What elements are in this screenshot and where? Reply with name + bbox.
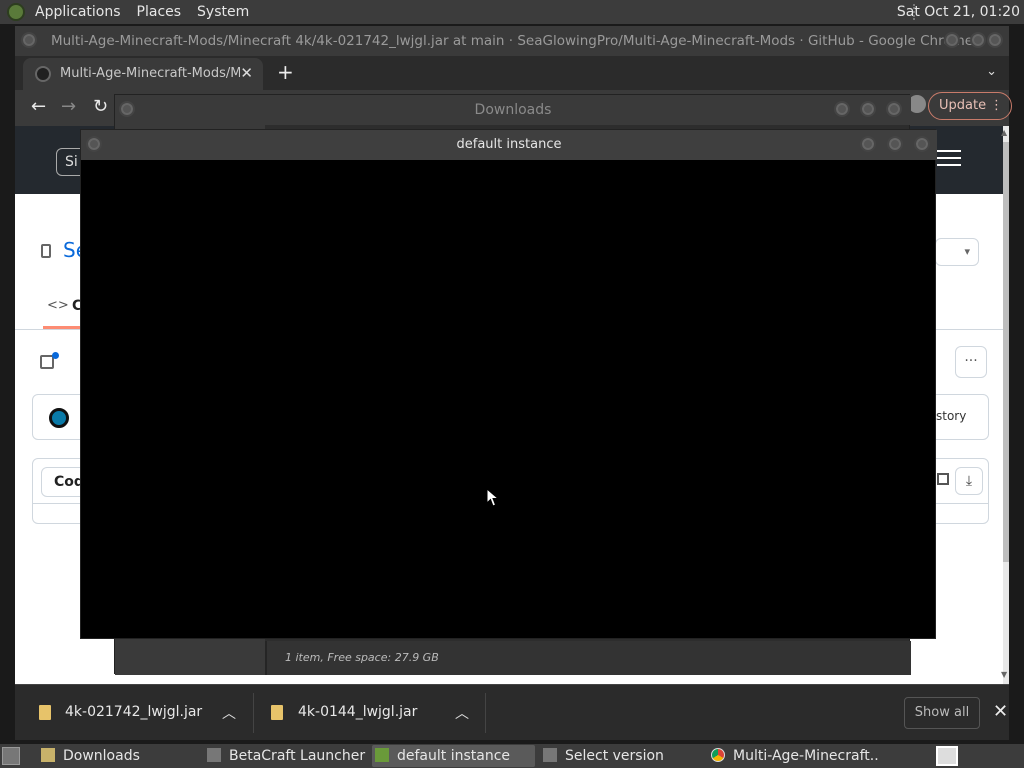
notification-dot bbox=[52, 352, 59, 359]
java-icon bbox=[207, 748, 221, 762]
scroll-down-icon[interactable]: ▼ bbox=[1001, 670, 1007, 679]
distro-logo-icon[interactable] bbox=[7, 3, 25, 21]
show-all-label: Show all bbox=[914, 705, 970, 720]
signin-label: Si bbox=[65, 154, 78, 170]
page-scrollbar-thumb[interactable] bbox=[1003, 142, 1009, 562]
hamburger-menu-icon[interactable] bbox=[937, 150, 961, 168]
free-space-status: 1 item, Free space: 27.9 GB bbox=[285, 651, 439, 664]
java-icon bbox=[543, 748, 557, 762]
minecraft-icon bbox=[375, 748, 389, 762]
tab-title: Multi-Age-Minecraft-Mods/Mi bbox=[60, 66, 240, 81]
close-icon[interactable] bbox=[987, 32, 1003, 48]
tab-close-icon[interactable]: ✕ bbox=[240, 64, 253, 82]
task-label: Downloads bbox=[63, 748, 140, 764]
repo-icon bbox=[41, 244, 51, 258]
task-label: Multi-Age-Minecraft... bbox=[733, 748, 878, 764]
task-downloads[interactable]: Downloads bbox=[38, 745, 198, 767]
window-menu-icon[interactable] bbox=[86, 136, 102, 152]
download-filename: 4k-0144_lwjgl.jar bbox=[298, 704, 418, 720]
download-item[interactable]: 4k-021742_lwjgl.jar ︿ bbox=[15, 685, 253, 741]
close-downloads-bar-icon[interactable]: ✕ bbox=[993, 701, 1008, 722]
downloads-window-title: Downloads bbox=[474, 102, 552, 118]
workspace-switcher[interactable] bbox=[936, 746, 958, 766]
folder-icon bbox=[41, 748, 55, 762]
top-panel: Applications Places System Sat Oct 21, 0… bbox=[0, 0, 1024, 24]
file-icon bbox=[39, 705, 51, 720]
menu-system[interactable]: System bbox=[189, 0, 257, 24]
update-label: Update bbox=[939, 98, 987, 113]
github-favicon-icon bbox=[35, 66, 51, 82]
chevron-up-icon[interactable]: ︿ bbox=[222, 703, 236, 723]
taskbar: Downloads BetaCraft Launcher ... default… bbox=[0, 744, 1024, 768]
maximize-icon[interactable] bbox=[860, 101, 876, 117]
forward-icon[interactable]: → bbox=[61, 96, 76, 117]
tab-github[interactable]: Multi-Age-Minecraft-Mods/Mi ✕ bbox=[23, 58, 263, 90]
task-chrome[interactable]: Multi-Age-Minecraft... bbox=[708, 745, 878, 767]
minimize-icon[interactable] bbox=[834, 101, 850, 117]
download-item[interactable]: 4k-0144_lwjgl.jar ︿ bbox=[253, 685, 485, 741]
divider bbox=[485, 693, 486, 733]
update-button[interactable]: Update ⋮ bbox=[928, 92, 1012, 120]
close-icon[interactable] bbox=[914, 136, 930, 152]
show-all-button[interactable]: Show all bbox=[904, 697, 980, 729]
task-label: BetaCraft Launcher ... bbox=[229, 748, 368, 764]
more-options-icon[interactable]: ··· bbox=[955, 346, 987, 378]
clock[interactable]: Sat Oct 21, 01:20 bbox=[897, 0, 1020, 24]
task-betacraft[interactable]: BetaCraft Launcher ... bbox=[204, 745, 368, 767]
downloads-statusbar: 1 item, Free space: 27.9 GB bbox=[265, 641, 911, 675]
chrome-downloads-bar: 4k-021742_lwjgl.jar ︿ 4k-0144_lwjgl.jar … bbox=[15, 684, 1009, 740]
chrome-window-title: Multi-Age-Minecraft-Mods/Minecraft 4k/4k… bbox=[50, 33, 974, 49]
task-default-instance[interactable]: default instance bbox=[372, 745, 535, 767]
downloads-titlebar[interactable]: Downloads bbox=[115, 95, 911, 125]
default-instance-window: default instance bbox=[80, 129, 937, 639]
close-icon[interactable] bbox=[886, 101, 902, 117]
chrome-icon bbox=[711, 748, 725, 762]
tab-strip: Multi-Age-Minecraft-Mods/Mi ✕ bbox=[15, 56, 1009, 90]
code-tab-icon: <> bbox=[47, 298, 69, 313]
task-label: Select version bbox=[565, 748, 664, 764]
instance-titlebar[interactable]: default instance bbox=[81, 130, 937, 160]
show-desktop-icon[interactable] bbox=[2, 747, 20, 765]
chrome-menu-icon[interactable]: ⋮ bbox=[990, 93, 1003, 119]
download-icon[interactable]: ⤓ bbox=[955, 467, 983, 495]
game-canvas[interactable] bbox=[81, 160, 935, 638]
chrome-titlebar[interactable]: Multi-Age-Minecraft-Mods/Minecraft 4k/4k… bbox=[15, 26, 1009, 56]
minimize-icon[interactable] bbox=[944, 32, 960, 48]
instance-window-title: default instance bbox=[456, 137, 562, 152]
chevron-up-icon[interactable]: ︿ bbox=[455, 703, 469, 723]
menu-applications[interactable]: Applications bbox=[27, 0, 129, 24]
maximize-icon[interactable] bbox=[887, 136, 903, 152]
maximize-icon[interactable] bbox=[970, 32, 986, 48]
history-link[interactable]: story bbox=[936, 409, 966, 423]
reload-icon[interactable]: ↻ bbox=[93, 96, 108, 117]
task-label: default instance bbox=[397, 748, 511, 764]
new-tab-icon[interactable]: + bbox=[277, 60, 294, 84]
file-icon bbox=[271, 705, 283, 720]
download-filename: 4k-021742_lwjgl.jar bbox=[65, 704, 203, 720]
scroll-up-icon[interactable]: ▲ bbox=[1001, 128, 1007, 137]
copy-icon[interactable] bbox=[937, 473, 949, 485]
author-avatar[interactable] bbox=[49, 408, 69, 428]
mouse-pointer-icon bbox=[486, 488, 500, 507]
back-icon[interactable]: ← bbox=[31, 96, 46, 117]
window-menu-icon[interactable] bbox=[21, 32, 37, 48]
task-select-version[interactable]: Select version bbox=[540, 745, 704, 767]
branch-dropdown-chevron-icon[interactable]: ▾ bbox=[935, 238, 979, 266]
window-menu-icon[interactable] bbox=[119, 101, 135, 117]
menu-places[interactable]: Places bbox=[129, 0, 190, 24]
tab-search-chevron-icon[interactable]: ⌄ bbox=[986, 64, 997, 79]
minimize-icon[interactable] bbox=[860, 136, 876, 152]
